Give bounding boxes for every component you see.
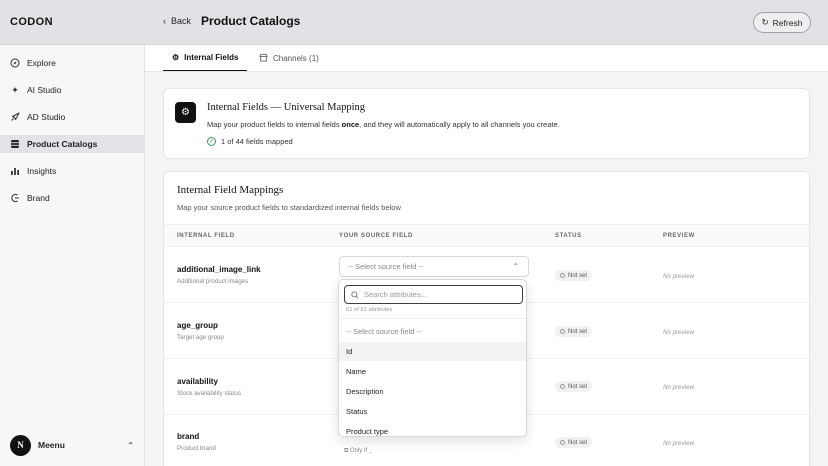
sidebar-item-label: Insights xyxy=(27,166,57,176)
rocket-icon xyxy=(10,112,20,122)
store-icon xyxy=(259,53,268,64)
refresh-icon: ↻ xyxy=(761,17,769,27)
only-if-toggle[interactable]: ⧉ Only If ⌄ xyxy=(344,448,372,455)
chevron-up-icon: ⌃ xyxy=(127,440,134,450)
dropdown-option[interactable]: Name xyxy=(339,362,526,381)
dropdown-option[interactable]: Product type xyxy=(339,422,526,436)
sidebar-item-label: Explore xyxy=(27,58,56,68)
column-header: PREVIEW xyxy=(663,233,695,239)
column-header: INTERNAL FIELD xyxy=(177,233,235,239)
attribute-count: 61 of 61 attributes xyxy=(346,307,393,313)
sidebar-item-label: Product Catalogs xyxy=(27,139,98,149)
field-description: Stock availability status xyxy=(177,390,241,397)
mapping-progress-text: 1 of 44 fields mapped xyxy=(221,137,293,146)
search-icon xyxy=(351,286,359,304)
divider xyxy=(339,318,526,319)
user-menu[interactable]: N Meenu ⌃ xyxy=(10,433,134,457)
mapping-progress: ✓ 1 of 44 fields mapped xyxy=(207,137,293,146)
back-label: Back xyxy=(171,16,192,26)
status-dot-icon xyxy=(560,384,565,389)
top-bar: CODON ‹ Back Product Catalogs ↻ Refresh xyxy=(0,0,828,45)
sidebar: Explore ✦ AI Studio AD Studio Product Ca… xyxy=(0,45,145,466)
stack-icon xyxy=(10,139,20,149)
section-title: Internal Field Mappings xyxy=(177,184,284,196)
refresh-label: Refresh xyxy=(772,17,803,28)
back-button[interactable]: ‹ Back xyxy=(163,16,191,26)
tab-bar: ⚙ Internal Fields Channels (1) xyxy=(145,45,828,72)
source-field-select[interactable]: -- Select source field -- ⌃ xyxy=(339,256,529,277)
select-value: -- Select source field -- xyxy=(348,262,424,271)
card-description: Map your product fields to internal fiel… xyxy=(207,120,560,129)
preview-text: No preview xyxy=(663,384,694,391)
refresh-button[interactable]: ↻ Refresh xyxy=(753,12,811,33)
sparkle-icon: ✦ xyxy=(11,84,19,95)
tab-label: Channels (1) xyxy=(273,53,319,63)
sidebar-item-label: AI Studio xyxy=(27,85,62,95)
source-field-dropdown: 61 of 61 attributes -- Select source fie… xyxy=(338,279,527,437)
search-input[interactable] xyxy=(364,290,514,299)
page-title: Product Catalogs xyxy=(201,14,301,28)
compass-icon xyxy=(10,58,20,68)
sidebar-item-product-catalogs[interactable]: Product Catalogs xyxy=(0,135,144,153)
sidebar-item-insights[interactable]: Insights xyxy=(0,162,144,180)
sidebar-item-explore[interactable]: Explore xyxy=(0,54,144,72)
universal-mapping-card: ⚙ Internal Fields — Universal Mapping Ma… xyxy=(163,88,810,159)
sidebar-item-brand[interactable]: Brand xyxy=(0,189,144,207)
gear-icon: ⚙ xyxy=(175,102,196,123)
dropdown-option[interactable]: Description xyxy=(339,382,526,401)
section-subtitle: Map your source product fields to standa… xyxy=(177,203,401,212)
status-badge: Not set xyxy=(555,270,593,281)
sidebar-item-ad-studio[interactable]: AD Studio xyxy=(0,108,144,126)
preview-text: No preview xyxy=(663,440,694,447)
chevron-left-icon: ‹ xyxy=(163,16,166,26)
column-header: STATUS xyxy=(555,233,582,239)
tab-label: Internal Fields xyxy=(184,53,239,62)
user-name: Meenu xyxy=(38,440,65,450)
column-header: YOUR SOURCE FIELD xyxy=(339,233,413,239)
field-name: additional_image_link xyxy=(177,265,261,274)
gear-icon: ⚙ xyxy=(172,53,180,62)
app-logo: CODON xyxy=(10,16,53,28)
attribute-search xyxy=(344,285,523,304)
field-description: Product brand xyxy=(177,445,216,452)
filter-icon: ⧉ xyxy=(344,448,349,454)
status-badge: Not set xyxy=(555,381,593,392)
preview-text: No preview xyxy=(663,273,694,280)
dropdown-option[interactable]: -- Select source field -- xyxy=(339,322,526,341)
avatar: N xyxy=(10,434,31,456)
field-description: Target age group xyxy=(177,334,224,341)
dropdown-option[interactable]: Id xyxy=(339,342,526,361)
status-dot-icon xyxy=(560,440,565,445)
card-title: Internal Fields — Universal Mapping xyxy=(207,102,366,113)
field-description: Additional product images xyxy=(177,278,249,285)
status-dot-icon xyxy=(560,273,565,278)
check-circle-icon: ✓ xyxy=(207,137,216,146)
field-name: availability xyxy=(177,377,218,386)
table-header: INTERNAL FIELD YOUR SOURCE FIELD STATUS … xyxy=(164,224,809,247)
status-badge: Not set xyxy=(555,326,593,337)
bar-chart-icon xyxy=(10,166,20,176)
brand-icon xyxy=(10,193,20,203)
field-name: brand xyxy=(177,432,200,441)
sidebar-item-label: AD Studio xyxy=(27,112,66,122)
sidebar-item-ai-studio[interactable]: ✦ AI Studio xyxy=(0,81,144,99)
dropdown-option[interactable]: Status xyxy=(339,402,526,421)
preview-text: No preview xyxy=(663,329,694,336)
status-dot-icon xyxy=(560,329,565,334)
status-badge: Not set xyxy=(555,437,593,448)
tab-internal-fields[interactable]: ⚙ Internal Fields xyxy=(163,45,248,71)
chevron-up-icon: ⌃ xyxy=(512,262,519,271)
tab-channels[interactable]: Channels (1) xyxy=(259,45,319,71)
sidebar-item-label: Brand xyxy=(27,193,50,203)
field-name: age_group xyxy=(177,321,218,330)
